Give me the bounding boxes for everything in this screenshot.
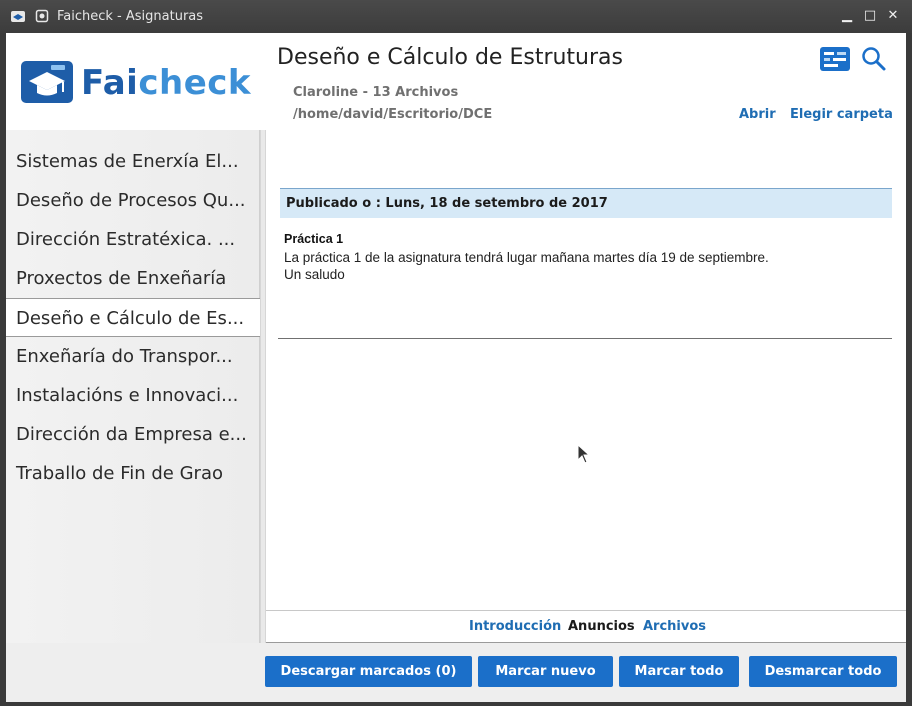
action-bar: Descargar marcados (0) Marcar nuevo Marc… [6, 643, 906, 702]
logo-text: Faicheck [81, 63, 252, 103]
unmark-all-button[interactable]: Desmarcar todo [749, 656, 897, 687]
sidebar-item[interactable]: Sistemas de Enerxía El... [6, 142, 260, 181]
app-icon[interactable] [10, 8, 26, 24]
section-tabs: Introducción Anuncios Archivos [266, 610, 906, 643]
announcements-panel: Publicado o : Luns, 18 de setembro de 20… [266, 130, 906, 643]
pin-icon[interactable] [34, 8, 50, 24]
sidebar-item[interactable]: Deseño de Procesos Qu... [6, 181, 260, 220]
sidebar-item-selected[interactable]: Deseño e Cálculo de Es... [6, 298, 260, 337]
minimize-button[interactable]: ▁ [838, 7, 856, 25]
course-meta: Claroline - 13 Archivos [293, 85, 459, 100]
faicheck-logo: Faicheck [21, 61, 251, 109]
sidebar-item[interactable]: Dirección Estratéxica. ... [6, 220, 260, 259]
window-title: Faicheck - Asignaturas [57, 9, 204, 24]
post-line: La práctica 1 de la asignatura tendrá lu… [284, 250, 769, 265]
sidebar-item[interactable]: Dirección da Empresa e... [6, 415, 260, 454]
app-window: Faicheck - Asignaturas ▁ □ ✕ Faicheck De… [0, 0, 912, 706]
course-title: Deseño e Cálculo de Estruturas [277, 45, 623, 70]
logo-badge-icon [21, 61, 73, 103]
course-sidebar: Sistemas de Enerxía El... Deseño de Proc… [6, 130, 260, 643]
client-area: Faicheck Deseño e Cálculo de Estruturas … [6, 33, 906, 702]
sidebar-item[interactable]: Traballo de Fin de Grao [6, 454, 260, 493]
sidebar-item[interactable]: Proxectos de Enxeñaría [6, 259, 260, 298]
close-button[interactable]: ✕ [884, 7, 902, 25]
mark-new-button[interactable]: Marcar nuevo [478, 656, 613, 687]
choose-folder-link[interactable]: Elegir carpeta [790, 107, 893, 122]
tab-anuncios[interactable]: Anuncios [568, 619, 635, 634]
post-line: Un saludo [284, 267, 345, 282]
tab-introduccion[interactable]: Introducción [469, 619, 561, 634]
course-path: /home/david/Escritorio/DCE [293, 107, 493, 122]
sidebar-item[interactable]: Instalacións e Innovaci... [6, 376, 260, 415]
tab-archivos[interactable]: Archivos [643, 619, 706, 634]
mouse-cursor-icon [577, 443, 591, 468]
title-bar[interactable]: Faicheck - Asignaturas ▁ □ ✕ [0, 0, 912, 33]
search-icon[interactable] [861, 46, 887, 76]
maximize-button[interactable]: □ [861, 7, 879, 25]
post-title: Práctica 1 [284, 232, 344, 246]
board-icon[interactable] [819, 46, 851, 76]
published-date-header: Publicado o : Luns, 18 de setembro de 20… [280, 188, 892, 218]
post-body: La práctica 1 de la asignatura tendrá lu… [284, 249, 769, 283]
sidebar-item[interactable]: Enxeñaría do Transpor... [6, 337, 260, 376]
divider [278, 338, 892, 339]
mark-all-button[interactable]: Marcar todo [619, 656, 739, 687]
download-marked-button[interactable]: Descargar marcados (0) [265, 656, 472, 687]
open-link[interactable]: Abrir [739, 107, 776, 122]
